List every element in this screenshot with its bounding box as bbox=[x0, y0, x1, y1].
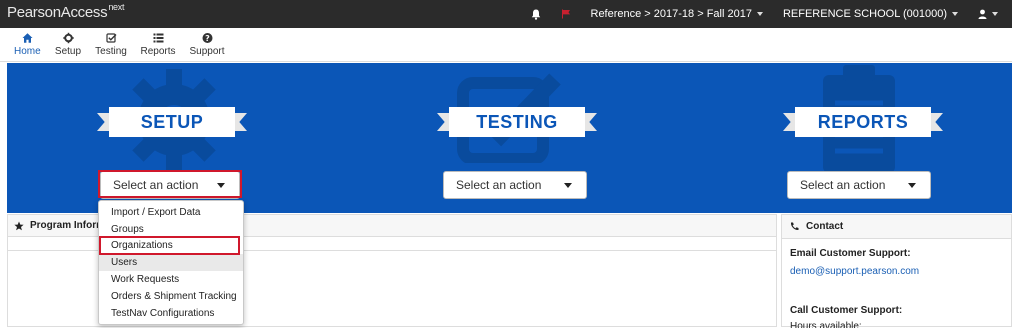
svg-text:?: ? bbox=[205, 34, 210, 43]
setup-action-menu: Import / Export Data Groups Organization… bbox=[98, 200, 244, 325]
nav-item-reports[interactable]: Reports bbox=[140, 32, 176, 57]
nav-item-support[interactable]: ? Support bbox=[189, 32, 225, 57]
nav-label: Reports bbox=[140, 46, 176, 57]
gear-icon bbox=[62, 32, 74, 44]
reports-ribbon: REPORTS bbox=[783, 107, 943, 137]
flag-button[interactable] bbox=[551, 0, 581, 28]
menu-item-orders-shipment[interactable]: Orders & Shipment Tracking bbox=[99, 288, 243, 305]
contact-panel-header: Contact bbox=[782, 215, 1011, 239]
checkbox-icon bbox=[105, 33, 116, 43]
support-email-link[interactable]: demo@support.pearson.com bbox=[790, 266, 919, 277]
contact-title: Contact bbox=[806, 221, 844, 232]
phone-icon bbox=[790, 222, 799, 231]
menu-item-users[interactable]: Users bbox=[99, 254, 243, 272]
context-label: Reference > 2017-18 > Fall 2017 bbox=[590, 8, 752, 20]
testing-action-select[interactable]: Select an action bbox=[443, 171, 587, 199]
brand-logo[interactable]: PearsonAccessnext bbox=[7, 2, 125, 21]
call-support-label: Call Customer Support: bbox=[790, 305, 903, 316]
setup-ribbon: SETUP bbox=[97, 107, 247, 137]
chevron-down-icon bbox=[952, 12, 958, 16]
nav-label: Testing bbox=[95, 46, 127, 57]
chevron-down-icon bbox=[992, 12, 998, 16]
menu-item-import-export[interactable]: Import / Export Data bbox=[99, 204, 243, 221]
menu-item-testnav-configurations[interactable]: TestNav Configurations bbox=[99, 305, 243, 322]
flag-icon bbox=[561, 9, 570, 19]
contact-panel: Contact Email Customer Support: demo@sup… bbox=[781, 214, 1012, 328]
context-selector[interactable]: Reference > 2017-18 > Fall 2017 bbox=[581, 0, 773, 28]
user-menu[interactable] bbox=[968, 0, 1012, 28]
star-icon bbox=[14, 221, 24, 230]
organization-label: REFERENCE SCHOOL (001000) bbox=[782, 8, 947, 20]
menu-item-work-requests[interactable]: Work Requests bbox=[99, 271, 243, 288]
select-value: Select an action bbox=[456, 178, 542, 192]
chevron-down-icon bbox=[756, 12, 763, 16]
testing-ribbon: TESTING bbox=[437, 107, 597, 137]
notifications-button[interactable] bbox=[521, 0, 551, 28]
email-support-label: Email Customer Support: bbox=[790, 248, 911, 259]
nav-item-setup[interactable]: Setup bbox=[54, 32, 82, 57]
user-icon bbox=[978, 9, 987, 19]
nav-label: Support bbox=[189, 46, 225, 57]
reports-title: REPORTS bbox=[795, 107, 931, 137]
chevron-down-icon bbox=[908, 183, 916, 188]
nav-item-home[interactable]: Home bbox=[14, 32, 41, 57]
nav-label: Home bbox=[14, 46, 41, 57]
organizations-highlight bbox=[99, 236, 240, 255]
bell-icon bbox=[531, 9, 540, 20]
brand-name: PearsonAccess bbox=[7, 4, 108, 21]
reports-action-select[interactable]: Select an action bbox=[787, 171, 931, 199]
setup-select-highlight bbox=[98, 170, 242, 198]
chevron-down-icon bbox=[564, 183, 572, 188]
organization-selector[interactable]: REFERENCE SCHOOL (001000) bbox=[773, 0, 968, 28]
help-icon: ? bbox=[202, 33, 212, 43]
home-icon bbox=[22, 33, 32, 43]
testing-title: TESTING bbox=[449, 107, 585, 137]
brand-superscript: next bbox=[108, 2, 125, 12]
top-bar: PearsonAccessnext Reference > 2017-18 > … bbox=[0, 0, 1012, 28]
select-value: Select an action bbox=[800, 178, 886, 192]
nav-item-testing[interactable]: Testing bbox=[95, 32, 127, 57]
main-nav: Home Setup Testing Reports ? Support bbox=[0, 28, 1012, 62]
nav-label: Setup bbox=[54, 46, 82, 57]
list-icon bbox=[153, 33, 163, 43]
setup-title: SETUP bbox=[109, 107, 235, 137]
